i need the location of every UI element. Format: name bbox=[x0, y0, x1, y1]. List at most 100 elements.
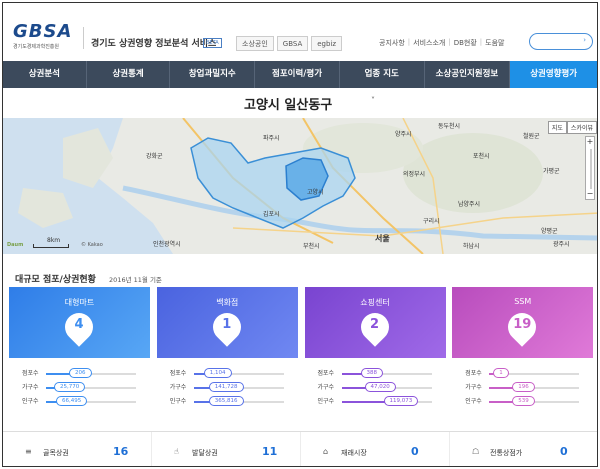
stat-label: 가구수 bbox=[465, 384, 482, 391]
card-count: 1 bbox=[222, 317, 232, 332]
link-separator: | bbox=[479, 38, 483, 46]
chevron-right-icon: › bbox=[583, 36, 586, 44]
zoom-out-button[interactable]: − bbox=[586, 189, 594, 198]
map-label: 인천광역시 bbox=[153, 240, 181, 248]
card-department-store[interactable]: 백화점 1 점포수 1,104 가구수 141,728 인구수 365,816 bbox=[156, 287, 298, 417]
summary-value: 11 bbox=[262, 445, 278, 458]
gbsa-logo[interactable]: GBSA 경기도경제과학진흥원 bbox=[13, 23, 83, 53]
service-intro-link[interactable]: 서비스소개 bbox=[413, 38, 445, 48]
stat-row: 점포수 1 bbox=[452, 367, 593, 381]
partner-links: 소상공인 GBSA egbiz bbox=[236, 36, 343, 51]
page-frame: GBSA 경기도경제과학진흥원 경기도 상권영향 정보분석 서비스 BETA 소… bbox=[2, 2, 598, 467]
stat-value: 25,770 bbox=[54, 382, 86, 392]
summary-label: 재래시장 bbox=[341, 449, 367, 457]
stat-row: 점포수 388 bbox=[305, 367, 446, 381]
partner-link-gbsa[interactable]: GBSA bbox=[276, 36, 309, 51]
stat-label: 가구수 bbox=[169, 384, 187, 391]
header: GBSA 경기도경제과학진흥원 경기도 상권영향 정보분석 서비스 BETA 소… bbox=[3, 3, 597, 61]
region-selector[interactable]: 고양시 일산동구 ˅ bbox=[3, 91, 597, 115]
map-label: 부천시 bbox=[303, 242, 320, 250]
map-type-map-button[interactable]: 지도 bbox=[547, 121, 567, 134]
card-header: 백화점 1 bbox=[156, 287, 298, 358]
stat-label: 점포수 bbox=[465, 370, 482, 377]
summary-label: 전통상점가 bbox=[490, 449, 523, 457]
service-title[interactable]: 경기도 상권영향 정보분석 서비스 bbox=[91, 36, 216, 49]
thumbs-up-icon: ☝ bbox=[174, 447, 179, 456]
zoom-slider[interactable] bbox=[590, 149, 592, 189]
map-label: 철원군 bbox=[523, 132, 540, 140]
stat-row: 인구수 539 bbox=[452, 395, 593, 409]
market-icon: ⌂ bbox=[323, 447, 329, 456]
stat-row: 가구수 47,020 bbox=[305, 381, 446, 395]
stat-value: 1,104 bbox=[203, 368, 232, 378]
main-nav: 상권분석 상권통계 창업과밀지수 점포이력/평가 업종 지도 소상공인지원정보 … bbox=[3, 61, 597, 88]
zoom-in-button[interactable]: + bbox=[586, 137, 594, 146]
stat-row: 점포수 206 bbox=[9, 367, 150, 381]
stat-value: 206 bbox=[69, 368, 92, 378]
stat-value: 1 bbox=[493, 368, 509, 378]
chevron-down-icon[interactable]: ˅ bbox=[371, 96, 375, 105]
notice-link[interactable]: 공지사항 bbox=[379, 38, 405, 48]
summary-traditional-shopping-street[interactable]: ☖ 전통상점가 0 bbox=[450, 432, 597, 466]
stat-label: 점포수 bbox=[22, 370, 39, 377]
stat-value: 66,495 bbox=[56, 396, 88, 406]
utility-links: 공지사항 | 서비스소개 | DB현황 | 도움말 bbox=[379, 38, 504, 48]
map-view[interactable]: 양주시 동두천시 파주시 강화군 의정부시 남양주시 김포시 고양시 구리시 서… bbox=[3, 118, 597, 254]
card-count: 2 bbox=[369, 317, 380, 332]
map-label: 양평군 bbox=[541, 227, 558, 235]
shop-icon: ☖ bbox=[472, 447, 480, 456]
stat-value: 47,020 bbox=[364, 382, 396, 392]
logo-text: GBSA bbox=[13, 21, 73, 42]
card-stats: 점포수 1 가구수 196 인구수 539 bbox=[452, 367, 593, 409]
nav-item-store-history[interactable]: 점포이력/평가 bbox=[255, 61, 340, 88]
map-type-skyview-button[interactable]: 스카이뷰 bbox=[566, 121, 597, 134]
summary-developed-market[interactable]: ☝ 발달상권 11 bbox=[152, 432, 301, 466]
map-type-toggle: 지도 스카이뷰 bbox=[547, 121, 597, 134]
map-label: 파주시 bbox=[263, 134, 280, 142]
stat-value: 141,728 bbox=[208, 382, 244, 392]
partner-link-egbiz[interactable]: egbiz bbox=[311, 36, 343, 51]
nav-item-startup-density[interactable]: 창업과밀지수 bbox=[170, 61, 256, 88]
card-ssm[interactable]: SSM 19 점포수 1 가구수 196 인구수 539 bbox=[452, 287, 594, 417]
map-provider-logo: Daum bbox=[7, 242, 24, 248]
nav-item-market-statistics[interactable]: 상권통계 bbox=[87, 61, 171, 88]
nav-item-impact-assessment[interactable]: 상권영향평가 bbox=[510, 61, 597, 88]
map-label: 광주시 bbox=[553, 241, 570, 248]
stat-value: 196 bbox=[512, 382, 535, 392]
card-shopping-center[interactable]: 쇼핑센터 2 점포수 388 가구수 47,020 인구수 119,073 bbox=[304, 287, 446, 417]
stat-label: 점포수 bbox=[317, 370, 335, 377]
zoom-control[interactable]: + − bbox=[585, 136, 595, 200]
summary-label: 골목상권 bbox=[43, 449, 69, 457]
nav-item-business-map[interactable]: 업종 지도 bbox=[340, 61, 425, 88]
summary-traditional-market[interactable]: ⌂ 재래시장 0 bbox=[301, 432, 450, 466]
stat-value: 119,073 bbox=[383, 396, 419, 406]
stat-value: 539 bbox=[512, 396, 535, 406]
card-stats: 점포수 1,104 가구수 141,728 인구수 365,816 bbox=[157, 367, 298, 409]
stat-row: 가구수 25,770 bbox=[9, 381, 150, 395]
stat-label: 인구수 bbox=[317, 398, 335, 405]
map-canvas: 양주시 동두천시 파주시 강화군 의정부시 남양주시 김포시 고양시 구리시 서… bbox=[3, 118, 597, 254]
partner-link-sosanggongin[interactable]: 소상공인 bbox=[236, 36, 274, 51]
stat-row: 인구수 119,073 bbox=[305, 395, 446, 409]
card-label: SSM bbox=[514, 297, 532, 306]
stat-label: 가구수 bbox=[22, 384, 39, 391]
db-status-link[interactable]: DB현황 bbox=[454, 38, 477, 48]
search-input[interactable]: › bbox=[529, 33, 593, 50]
nav-item-support-info[interactable]: 소상공인지원정보 bbox=[425, 61, 511, 88]
link-separator: | bbox=[448, 38, 451, 46]
stat-label: 인구수 bbox=[465, 398, 482, 405]
map-scale-label: 8km bbox=[47, 237, 61, 244]
map-label: 서울 bbox=[375, 233, 390, 243]
card-label: 백화점 bbox=[216, 298, 239, 307]
summary-label: 발달상권 bbox=[192, 449, 218, 457]
stat-row: 가구수 141,728 bbox=[157, 381, 298, 395]
stat-label: 점포수 bbox=[169, 370, 187, 377]
map-label: 의정부시 bbox=[403, 170, 425, 178]
card-large-mart[interactable]: 대형마트 4 점포수 206 가구수 25,770 인구수 66,495 bbox=[9, 287, 150, 417]
summary-alley-market[interactable]: ≡ 골목상권 16 bbox=[3, 432, 152, 466]
nav-item-market-analysis[interactable]: 상권분석 bbox=[3, 61, 87, 88]
map-copyright: © Kakao bbox=[81, 242, 103, 248]
region-name[interactable]: 고양시 일산동구 bbox=[244, 94, 332, 113]
stat-row: 인구수 365,816 bbox=[157, 395, 298, 409]
help-link[interactable]: 도움말 bbox=[485, 38, 504, 48]
